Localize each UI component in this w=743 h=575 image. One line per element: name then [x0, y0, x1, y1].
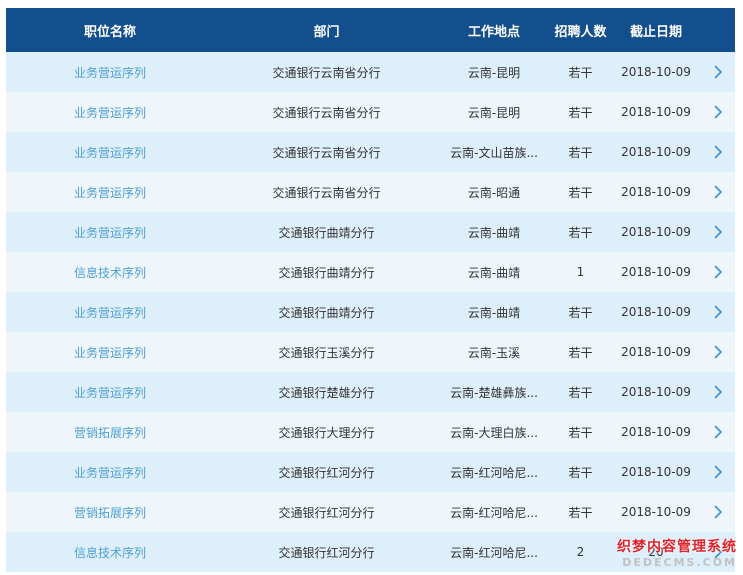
watermark-domain: DEDECMS.COM [622, 556, 737, 569]
row-position[interactable]: 营销拓展序列 [6, 504, 214, 521]
chevron-right-icon[interactable] [700, 184, 735, 200]
watermark-logo: 织梦内容管理系统 DEDECMS.COM [617, 536, 737, 569]
table-row[interactable]: 业务营运序列 交通银行云南省分行 云南-文山苗族... 若干 2018-10-09 [6, 132, 735, 172]
row-location: 云南-昆明 [467, 65, 521, 80]
header-deadline: 截止日期 [629, 24, 682, 40]
chevron-right-icon[interactable] [700, 504, 735, 520]
table-header: 职位名称 部门 工作地点 招聘人数 截止日期 [6, 8, 735, 52]
row-department: 交通银行红河分行 [278, 505, 375, 520]
row-department: 交通银行曲靖分行 [278, 265, 375, 280]
table-row[interactable]: 业务营运序列 交通银行曲靖分行 云南-曲靖 若干 2018-10-09 [6, 212, 735, 252]
chevron-right-icon[interactable] [700, 424, 735, 440]
row-count: 1 [576, 265, 585, 279]
row-position[interactable]: 业务营运序列 [6, 384, 214, 401]
row-position[interactable]: 业务营运序列 [6, 144, 214, 161]
row-position[interactable]: 业务营运序列 [6, 304, 214, 321]
row-department: 交通银行云南省分行 [272, 185, 381, 200]
row-location: 云南-玉溪 [467, 345, 521, 360]
table-row[interactable]: 业务营运序列 交通银行云南省分行 云南-昆明 若干 2018-10-09 [6, 52, 735, 92]
row-location: 云南-曲靖 [467, 225, 521, 240]
table-row[interactable]: 业务营运序列 交通银行曲靖分行 云南-曲靖 若干 2018-10-09 [6, 292, 735, 332]
row-department: 交通银行云南省分行 [272, 65, 381, 80]
row-count: 若干 [568, 345, 593, 360]
row-deadline: 2018-10-09 [621, 425, 691, 439]
row-position[interactable]: 业务营运序列 [6, 464, 214, 481]
row-location: 云南-文山苗族... [450, 145, 538, 160]
row-location: 云南-红河哈尼... [450, 465, 538, 480]
table-row[interactable]: 营销拓展序列 交通银行大理分行 云南-大理白族... 若干 2018-10-09 [6, 412, 735, 452]
row-deadline: 2018-10-09 [621, 465, 691, 479]
row-location: 云南-曲靖 [467, 265, 521, 280]
table-body: 业务营运序列 交通银行云南省分行 云南-昆明 若干 2018-10-09 业务营运序列 交通… [6, 52, 735, 572]
chevron-right-icon[interactable] [700, 344, 735, 360]
table-row[interactable]: 业务营运序列 交通银行云南省分行 云南-昆明 若干 2018-10-09 [6, 92, 735, 132]
chevron-right-icon[interactable] [700, 384, 735, 400]
table-row[interactable]: 业务营运序列 交通银行红河分行 云南-红河哈尼... 若干 2018-10-09 [6, 452, 735, 492]
chevron-right-icon[interactable] [700, 264, 735, 280]
row-position[interactable]: 业务营运序列 [6, 344, 214, 361]
header-position: 职位名称 [83, 24, 136, 40]
row-deadline: 2018-10-09 [621, 305, 691, 319]
row-location: 云南-昆明 [467, 105, 521, 120]
row-position[interactable]: 业务营运序列 [6, 64, 214, 81]
row-location: 云南-红河哈尼... [450, 505, 538, 520]
row-department: 交通银行楚雄分行 [278, 385, 375, 400]
table-row[interactable]: 营销拓展序列 交通银行红河分行 云南-红河哈尼... 若干 2018-10-09 [6, 492, 735, 532]
chevron-right-icon[interactable] [700, 104, 735, 120]
row-department: 交通银行曲靖分行 [278, 225, 375, 240]
row-count: 若干 [568, 305, 593, 320]
chevron-right-icon[interactable] [700, 64, 735, 80]
row-deadline: 2018-10-09 [621, 185, 691, 199]
row-deadline: 2018-10-09 [621, 385, 691, 399]
row-count: 若干 [568, 425, 593, 440]
row-position[interactable]: 业务营运序列 [6, 224, 214, 241]
row-count: 若干 [568, 465, 593, 480]
row-position[interactable]: 信息技术序列 [6, 544, 214, 561]
job-table: 职位名称 部门 工作地点 招聘人数 截止日期 业务营运序列 交通银行云南省分行 云南… [6, 8, 735, 572]
header-location: 工作地点 [467, 24, 520, 40]
row-department: 交通银行红河分行 [278, 545, 375, 560]
row-deadline: 2018-10-09 [621, 105, 691, 119]
row-count: 若干 [568, 185, 593, 200]
row-count: 若干 [568, 385, 593, 400]
header-count: 招聘人数 [554, 24, 607, 40]
chevron-right-icon[interactable] [700, 144, 735, 160]
row-department: 交通银行大理分行 [278, 425, 375, 440]
row-deadline: 2018-10-09 [621, 225, 691, 239]
row-count: 若干 [568, 505, 593, 520]
row-position[interactable]: 营销拓展序列 [6, 424, 214, 441]
chevron-right-icon[interactable] [700, 224, 735, 240]
row-count: 若干 [568, 145, 593, 160]
row-department: 交通银行云南省分行 [272, 105, 381, 120]
row-count: 2 [576, 545, 585, 559]
row-deadline: 2018-10-09 [621, 505, 691, 519]
row-location: 云南-昭通 [467, 185, 521, 200]
chevron-right-icon[interactable] [700, 464, 735, 480]
row-count: 若干 [568, 65, 593, 80]
chevron-right-icon[interactable] [700, 304, 735, 320]
row-position[interactable]: 信息技术序列 [6, 264, 214, 281]
row-department: 交通银行云南省分行 [272, 145, 381, 160]
table-row[interactable]: 信息技术序列 交通银行曲靖分行 云南-曲靖 1 2018-10-09 [6, 252, 735, 292]
row-count: 若干 [568, 225, 593, 240]
row-location: 云南-楚雄彝族... [450, 385, 538, 400]
row-deadline: 2018-10-09 [621, 345, 691, 359]
row-position[interactable]: 业务营运序列 [6, 104, 214, 121]
table-row[interactable]: 业务营运序列 交通银行云南省分行 云南-昭通 若干 2018-10-09 [6, 172, 735, 212]
row-department: 交通银行玉溪分行 [278, 345, 375, 360]
header-department: 部门 [313, 24, 340, 40]
watermark-title: 织梦内容管理系统 [617, 539, 737, 555]
table-row[interactable]: 业务营运序列 交通银行玉溪分行 云南-玉溪 若干 2018-10-09 [6, 332, 735, 372]
row-location: 云南-大理白族... [450, 425, 538, 440]
row-count: 若干 [568, 105, 593, 120]
row-deadline: 2018-10-09 [621, 65, 691, 79]
row-department: 交通银行曲靖分行 [278, 305, 375, 320]
row-location: 云南-曲靖 [467, 305, 521, 320]
table-row[interactable]: 业务营运序列 交通银行楚雄分行 云南-楚雄彝族... 若干 2018-10-09 [6, 372, 735, 412]
row-position[interactable]: 业务营运序列 [6, 184, 214, 201]
row-deadline: 2018-10-09 [621, 145, 691, 159]
row-deadline: 2018-10-09 [621, 265, 691, 279]
row-location: 云南-红河哈尼... [450, 545, 538, 560]
row-department: 交通银行红河分行 [278, 465, 375, 480]
